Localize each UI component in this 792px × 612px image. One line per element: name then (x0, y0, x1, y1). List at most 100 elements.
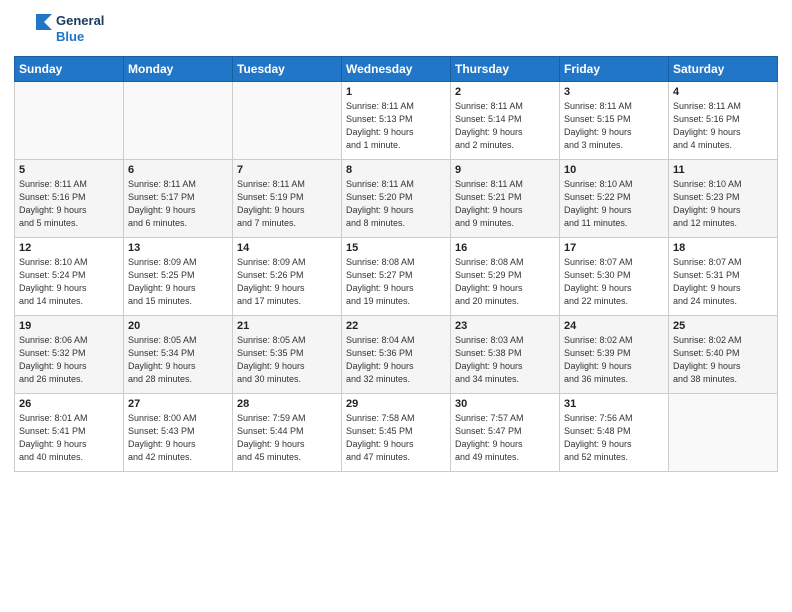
day-number: 6 (128, 164, 228, 176)
week-row-1: 1Sunrise: 8:11 AMSunset: 5:13 PMDaylight… (15, 82, 778, 160)
calendar-cell: 10 Sunrise: 8:10 AMSunset: 5:22 PMDayligh… (560, 160, 669, 238)
calendar-cell (669, 394, 778, 472)
header: GeneralBlue (14, 10, 778, 48)
day-number: 14 (237, 242, 337, 254)
cell-info: Sunrise: 8:07 AMSunset: 5:30 PMDaylight:… (564, 256, 664, 308)
calendar-cell: 20 Sunrise: 8:05 AMSunset: 5:34 PMDayligh… (124, 316, 233, 394)
calendar-cell: 24Sunrise: 8:02 AMSunset: 5:39 PMDayligh… (560, 316, 669, 394)
cell-info: Sunrise: 8:11 AMSunset: 5:15 PMDaylight:… (564, 100, 664, 152)
cell-info: Sunrise: 8:11 AMSunset: 5:16 PMDaylight:… (19, 178, 119, 230)
calendar-cell: 31Sunrise: 7:56 AMSunset: 5:48 PMDayligh… (560, 394, 669, 472)
cell-info: Sunrise: 8:11 AMSunset: 5:20 PMDaylight:… (346, 178, 446, 230)
cell-info: Sunrise: 8:05 AMSunset: 5:34 PMDaylight:… (128, 334, 228, 386)
calendar-cell: 30 Sunrise: 7:57 AMSunset: 5:47 PMDayligh… (451, 394, 560, 472)
cell-info: Sunrise: 8:11 AMSunset: 5:16 PMDaylight:… (673, 100, 773, 152)
day-header-friday: Friday (560, 57, 669, 82)
calendar-cell (15, 82, 124, 160)
day-number: 16 (455, 242, 555, 254)
page-container: GeneralBlue SundayMondayTuesdayWednesday… (0, 0, 792, 480)
cell-info: Sunrise: 8:10 AMSunset: 5:23 PMDaylight:… (673, 178, 773, 230)
day-header-thursday: Thursday (451, 57, 560, 82)
day-number: 7 (237, 164, 337, 176)
cell-info: Sunrise: 8:02 AMSunset: 5:40 PMDaylight:… (673, 334, 773, 386)
cell-info: Sunrise: 8:11 AMSunset: 5:17 PMDaylight:… (128, 178, 228, 230)
calendar-table: SundayMondayTuesdayWednesdayThursdayFrid… (14, 56, 778, 472)
day-header-sunday: Sunday (15, 57, 124, 82)
cell-info: Sunrise: 8:00 AMSunset: 5:43 PMDaylight:… (128, 412, 228, 464)
cell-info: Sunrise: 8:09 AMSunset: 5:25 PMDaylight:… (128, 256, 228, 308)
calendar-cell: 15 Sunrise: 8:08 AMSunset: 5:27 PMDayligh… (342, 238, 451, 316)
day-number: 18 (673, 242, 773, 254)
calendar-cell: 19 Sunrise: 8:06 AMSunset: 5:32 PMDayligh… (15, 316, 124, 394)
day-number: 4 (673, 86, 773, 98)
cell-info: Sunrise: 8:10 AMSunset: 5:22 PMDaylight:… (564, 178, 664, 230)
calendar-cell: 14 Sunrise: 8:09 AMSunset: 5:26 PMDayligh… (233, 238, 342, 316)
calendar-cell: 28Sunrise: 7:59 AMSunset: 5:44 PMDayligh… (233, 394, 342, 472)
day-header-saturday: Saturday (669, 57, 778, 82)
week-row-3: 12 Sunrise: 8:10 AMSunset: 5:24 PMDayligh… (15, 238, 778, 316)
day-number: 10 (564, 164, 664, 176)
calendar-cell: 4 Sunrise: 8:11 AMSunset: 5:16 PMDaylight… (669, 82, 778, 160)
calendar-cell: 22 Sunrise: 8:04 AMSunset: 5:36 PMDayligh… (342, 316, 451, 394)
cell-info: Sunrise: 8:05 AMSunset: 5:35 PMDaylight:… (237, 334, 337, 386)
day-number: 19 (19, 320, 119, 332)
calendar-cell: 5Sunrise: 8:11 AMSunset: 5:16 PMDaylight… (15, 160, 124, 238)
calendar-cell (233, 82, 342, 160)
week-row-5: 26 Sunrise: 8:01 AMSunset: 5:41 PMDayligh… (15, 394, 778, 472)
calendar-cell (124, 82, 233, 160)
cell-info: Sunrise: 8:10 AMSunset: 5:24 PMDaylight:… (19, 256, 119, 308)
calendar-cell: 7 Sunrise: 8:11 AMSunset: 5:19 PMDaylight… (233, 160, 342, 238)
cell-info: Sunrise: 7:58 AMSunset: 5:45 PMDaylight:… (346, 412, 446, 464)
cell-info: Sunrise: 7:57 AMSunset: 5:47 PMDaylight:… (455, 412, 555, 464)
calendar-cell: 25 Sunrise: 8:02 AMSunset: 5:40 PMDayligh… (669, 316, 778, 394)
day-number: 3 (564, 86, 664, 98)
calendar-cell: 2Sunrise: 8:11 AMSunset: 5:14 PMDaylight… (451, 82, 560, 160)
day-number: 20 (128, 320, 228, 332)
cell-info: Sunrise: 8:08 AMSunset: 5:29 PMDaylight:… (455, 256, 555, 308)
calendar-cell: 16 Sunrise: 8:08 AMSunset: 5:29 PMDayligh… (451, 238, 560, 316)
cell-info: Sunrise: 8:06 AMSunset: 5:32 PMDaylight:… (19, 334, 119, 386)
day-number: 9 (455, 164, 555, 176)
cell-info: Sunrise: 7:56 AMSunset: 5:48 PMDaylight:… (564, 412, 664, 464)
cell-info: Sunrise: 8:11 AMSunset: 5:19 PMDaylight:… (237, 178, 337, 230)
day-number: 17 (564, 242, 664, 254)
cell-info: Sunrise: 8:02 AMSunset: 5:39 PMDaylight:… (564, 334, 664, 386)
logo-text-block: GeneralBlue (56, 13, 104, 44)
calendar-cell: 27 Sunrise: 8:00 AMSunset: 5:43 PMDayligh… (124, 394, 233, 472)
week-row-4: 19 Sunrise: 8:06 AMSunset: 5:32 PMDayligh… (15, 316, 778, 394)
cell-info: Sunrise: 8:01 AMSunset: 5:41 PMDaylight:… (19, 412, 119, 464)
logo-line1: General (56, 13, 104, 29)
header-row: SundayMondayTuesdayWednesdayThursdayFrid… (15, 57, 778, 82)
calendar-cell: 23Sunrise: 8:03 AMSunset: 5:38 PMDayligh… (451, 316, 560, 394)
week-row-2: 5Sunrise: 8:11 AMSunset: 5:16 PMDaylight… (15, 160, 778, 238)
day-number: 2 (455, 86, 555, 98)
calendar-cell: 11 Sunrise: 8:10 AMSunset: 5:23 PMDayligh… (669, 160, 778, 238)
cell-info: Sunrise: 8:09 AMSunset: 5:26 PMDaylight:… (237, 256, 337, 308)
cell-info: Sunrise: 8:04 AMSunset: 5:36 PMDaylight:… (346, 334, 446, 386)
day-number: 30 (455, 398, 555, 410)
logo-svg (14, 10, 52, 48)
day-number: 21 (237, 320, 337, 332)
calendar-cell: 12 Sunrise: 8:10 AMSunset: 5:24 PMDayligh… (15, 238, 124, 316)
day-number: 27 (128, 398, 228, 410)
calendar-cell: 8Sunrise: 8:11 AMSunset: 5:20 PMDaylight… (342, 160, 451, 238)
day-number: 25 (673, 320, 773, 332)
cell-info: Sunrise: 8:08 AMSunset: 5:27 PMDaylight:… (346, 256, 446, 308)
calendar-cell: 9 Sunrise: 8:11 AMSunset: 5:21 PMDaylight… (451, 160, 560, 238)
day-number: 13 (128, 242, 228, 254)
cell-info: Sunrise: 7:59 AMSunset: 5:44 PMDaylight:… (237, 412, 337, 464)
day-number: 22 (346, 320, 446, 332)
day-number: 1 (346, 86, 446, 98)
day-number: 29 (346, 398, 446, 410)
calendar-cell: 21 Sunrise: 8:05 AMSunset: 5:35 PMDayligh… (233, 316, 342, 394)
calendar-cell: 17 Sunrise: 8:07 AMSunset: 5:30 PMDayligh… (560, 238, 669, 316)
day-number: 23 (455, 320, 555, 332)
day-number: 11 (673, 164, 773, 176)
calendar-cell: 26 Sunrise: 8:01 AMSunset: 5:41 PMDayligh… (15, 394, 124, 472)
day-number: 15 (346, 242, 446, 254)
calendar-cell: 13 Sunrise: 8:09 AMSunset: 5:25 PMDayligh… (124, 238, 233, 316)
day-number: 12 (19, 242, 119, 254)
cell-info: Sunrise: 8:11 AMSunset: 5:21 PMDaylight:… (455, 178, 555, 230)
day-number: 26 (19, 398, 119, 410)
cell-info: Sunrise: 8:07 AMSunset: 5:31 PMDaylight:… (673, 256, 773, 308)
